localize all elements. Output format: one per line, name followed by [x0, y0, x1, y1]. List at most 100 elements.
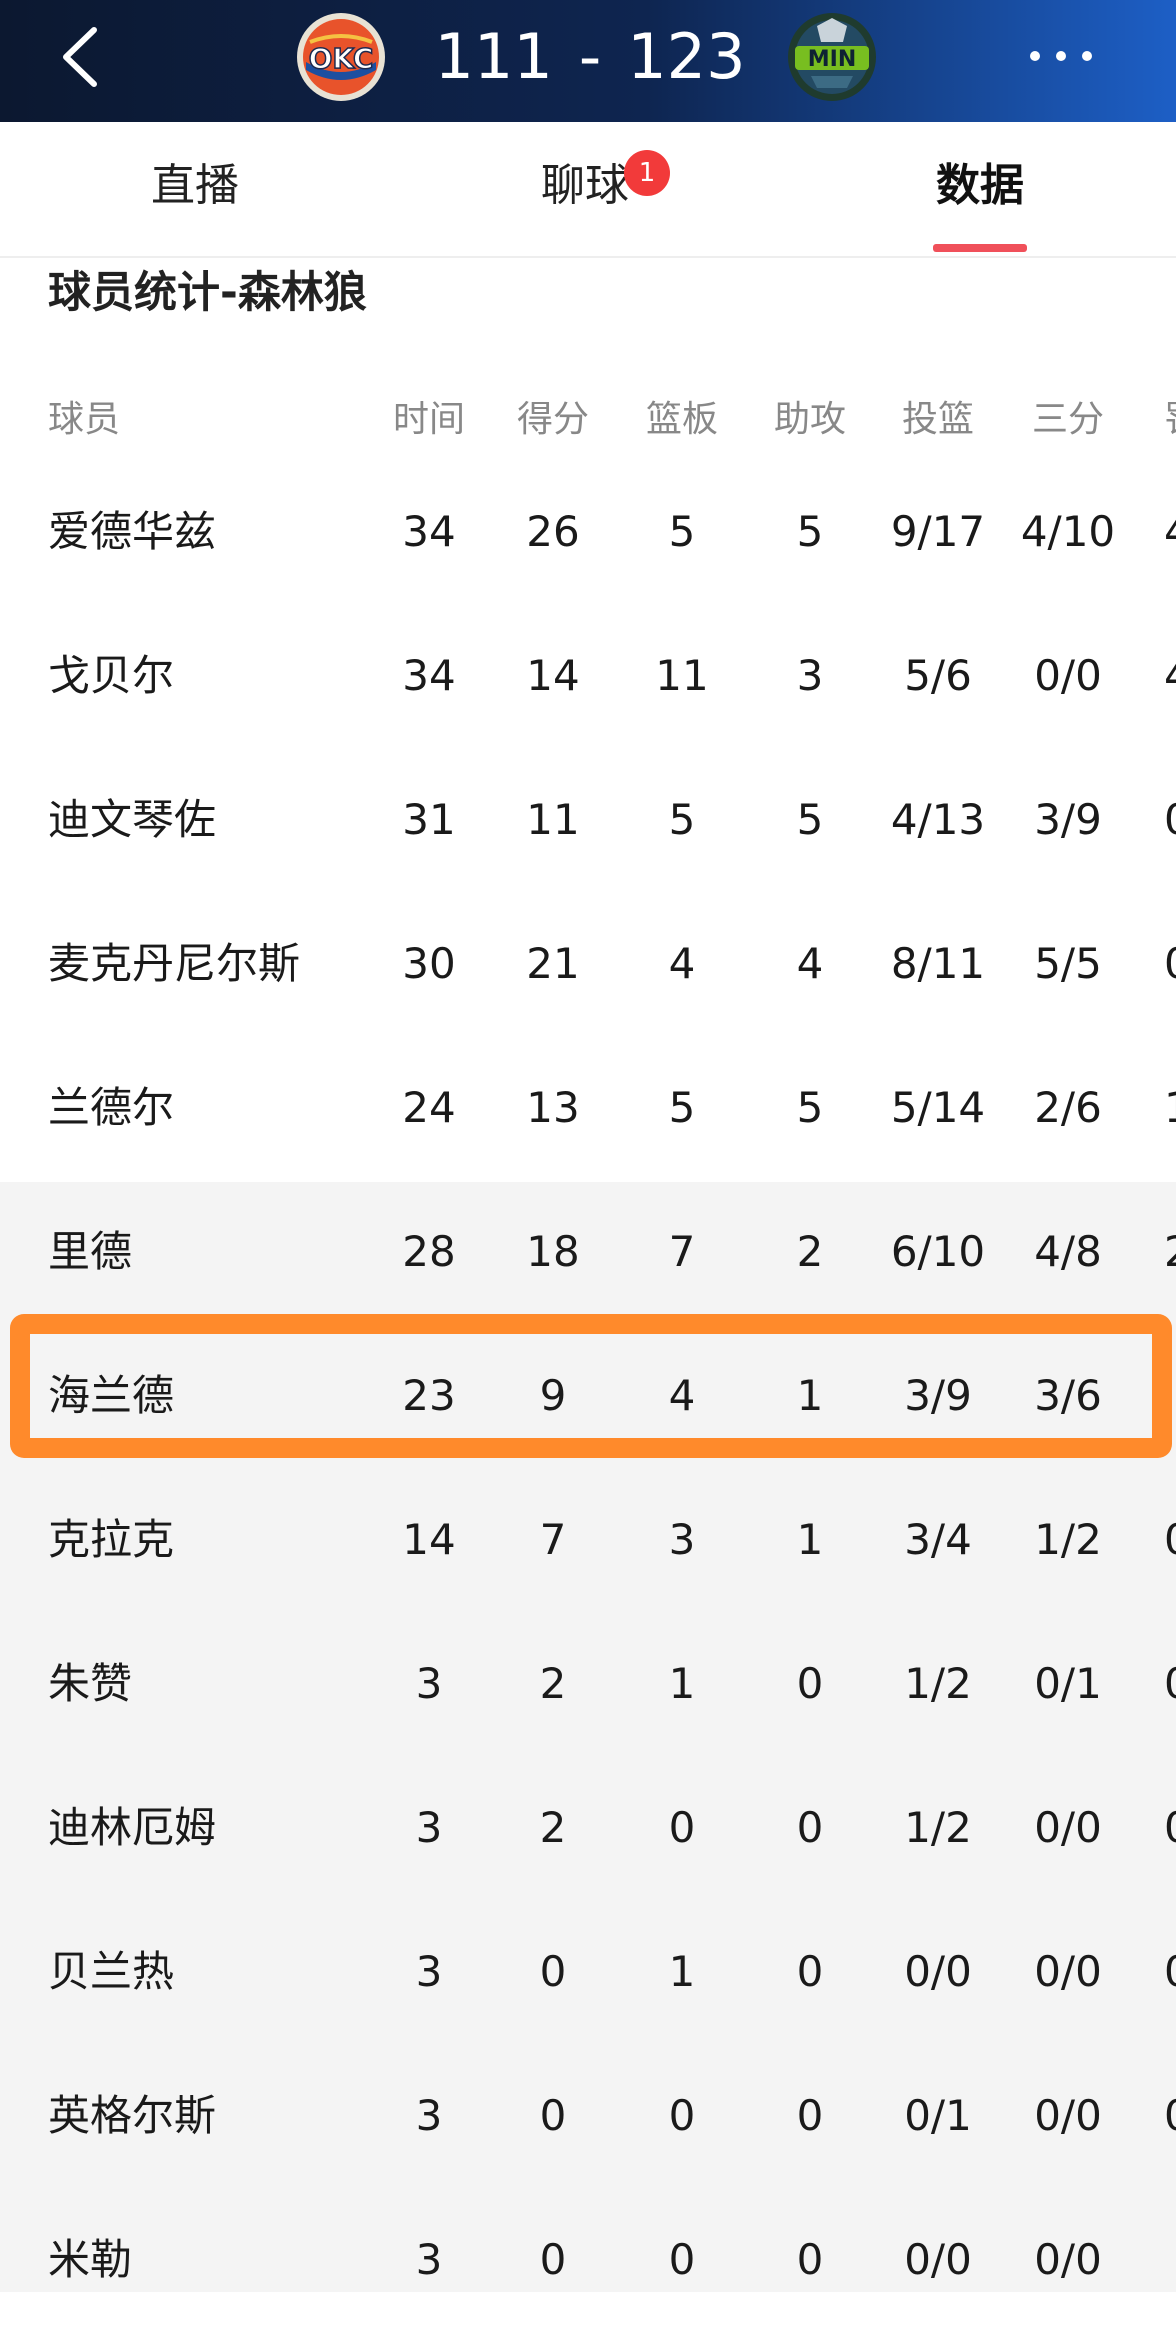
- score-separator: -: [578, 20, 602, 93]
- table-row[interactable]: 朱赞 3 2 1 0 1/2 0/1 0: [0, 1612, 1176, 1756]
- column-header-points[interactable]: 得分: [503, 390, 603, 450]
- minutes-cell: 34: [402, 507, 456, 556]
- more-options-icon[interactable]: [1030, 46, 1094, 66]
- player-name[interactable]: 克拉克: [48, 1468, 174, 1612]
- field-goals-cell: 4/13: [890, 795, 986, 844]
- column-header-rebounds[interactable]: 篮板: [632, 390, 732, 450]
- free-throws-cell: 1: [1164, 1036, 1176, 1180]
- three-pointers-cell: 5/5: [1034, 939, 1102, 988]
- tab-data[interactable]: 数据: [870, 122, 1090, 256]
- table-row[interactable]: 里德 28 18 7 2 6/10 4/8 2: [0, 1180, 1176, 1324]
- assists-cell: 2: [796, 1227, 824, 1276]
- minutes-cell: 24: [402, 1083, 456, 1132]
- away-score: 123: [627, 20, 746, 93]
- table-row[interactable]: 爱德华兹 34 26 5 5 9/17 4/10 4: [0, 460, 1176, 604]
- points-cell: 7: [539, 1515, 567, 1564]
- column-header-free-throws[interactable]: 罚: [1164, 390, 1176, 450]
- points-cell: 2: [539, 1659, 567, 1708]
- game-header: OKC 111 - 123 MIN: [0, 0, 1176, 122]
- field-goals-cell: 1/2: [904, 1659, 972, 1708]
- back-arrow-icon[interactable]: [52, 22, 112, 92]
- rebounds-cell: 5: [668, 507, 696, 556]
- free-throws-cell: 0: [1164, 2044, 1176, 2188]
- rebounds-cell: 11: [655, 651, 709, 700]
- points-cell: 0: [539, 1947, 567, 1996]
- okc-team-logo[interactable]: OKC: [296, 12, 386, 102]
- player-name[interactable]: 迪林厄姆: [48, 1756, 216, 1900]
- active-tab-indicator: [933, 244, 1027, 252]
- minutes-cell: 34: [402, 651, 456, 700]
- table-row[interactable]: 贝兰热 3 0 1 0 0/0 0/0 0: [0, 1900, 1176, 2044]
- three-pointers-cell: 0/0: [1034, 651, 1102, 700]
- rebounds-cell: 1: [668, 1659, 696, 1708]
- okc-logo-text: OKC: [309, 42, 374, 75]
- min-team-logo[interactable]: MIN: [787, 12, 877, 102]
- free-throws-cell: 0: [1164, 892, 1176, 1036]
- assists-cell: 0: [796, 1659, 824, 1708]
- free-throws-cell: 0: [1164, 1900, 1176, 2044]
- free-throws-cell: 0: [1164, 1612, 1176, 1756]
- field-goals-cell: 1/2: [904, 1803, 972, 1852]
- assists-cell: 0: [796, 1803, 824, 1852]
- column-header-three-pointers[interactable]: 三分: [1008, 390, 1128, 450]
- field-goals-cell: 9/17: [890, 507, 986, 556]
- points-cell: 21: [526, 939, 580, 988]
- assists-cell: 5: [796, 507, 824, 556]
- player-name[interactable]: 英格尔斯: [48, 2044, 216, 2188]
- points-cell: 0: [539, 2091, 567, 2140]
- tab-bar: 直播 聊球 1 数据: [0, 122, 1176, 258]
- three-pointers-cell: 0/1: [1034, 1659, 1102, 1708]
- three-pointers-cell: 0/0: [1034, 2235, 1102, 2284]
- minutes-cell: 3: [415, 1947, 443, 1996]
- points-cell: 14: [526, 651, 580, 700]
- field-goals-cell: 8/11: [890, 939, 986, 988]
- free-throws-cell: 4: [1164, 460, 1176, 604]
- assists-cell: 5: [796, 795, 824, 844]
- table-row[interactable]: 米勒 3 0 0 0 0/0 0/0: [0, 2188, 1176, 2332]
- rebounds-cell: 5: [668, 1083, 696, 1132]
- points-cell: 18: [526, 1227, 580, 1276]
- minutes-cell: 28: [402, 1227, 456, 1276]
- player-name[interactable]: 爱德华兹: [48, 460, 216, 604]
- player-name[interactable]: 戈贝尔: [48, 604, 174, 748]
- player-name[interactable]: 麦克丹尼尔斯: [48, 892, 300, 1036]
- points-cell: 13: [526, 1083, 580, 1132]
- player-name[interactable]: 里德: [48, 1180, 132, 1324]
- table-row[interactable]: 迪林厄姆 3 2 0 0 1/2 0/0 0: [0, 1756, 1176, 1900]
- table-row[interactable]: 戈贝尔 34 14 11 3 5/6 0/0 4: [0, 604, 1176, 748]
- player-name[interactable]: 兰德尔: [48, 1036, 174, 1180]
- player-name[interactable]: 贝兰热: [48, 1900, 174, 2044]
- field-goals-cell: 5/14: [890, 1083, 986, 1132]
- player-name[interactable]: 米勒: [48, 2188, 132, 2332]
- free-throws-cell: [1164, 2188, 1176, 2332]
- tab-live[interactable]: 直播: [90, 122, 300, 256]
- points-cell: 26: [526, 507, 580, 556]
- table-row[interactable]: 英格尔斯 3 0 0 0 0/1 0/0 0: [0, 2044, 1176, 2188]
- rebounds-cell: 0: [668, 2235, 696, 2284]
- points-cell: 2: [539, 1803, 567, 1852]
- rebounds-cell: 0: [668, 2091, 696, 2140]
- table-row[interactable]: 麦克丹尼尔斯 30 21 4 4 8/11 5/5 0: [0, 892, 1176, 1036]
- home-score: 111: [434, 20, 553, 93]
- minutes-cell: 3: [415, 1659, 443, 1708]
- player-name[interactable]: 朱赞: [48, 1612, 132, 1756]
- chat-notification-badge: 1: [624, 150, 670, 196]
- column-header-minutes[interactable]: 时间: [379, 390, 479, 450]
- minutes-cell: 3: [415, 2091, 443, 2140]
- scoreboard: 111 - 123: [434, 14, 745, 100]
- minutes-cell: 14: [402, 1515, 456, 1564]
- three-pointers-cell: 4/10: [1020, 507, 1116, 556]
- table-row[interactable]: 克拉克 14 7 3 1 3/4 1/2 0: [0, 1468, 1176, 1612]
- field-goals-cell: 3/4: [904, 1515, 972, 1564]
- free-throws-cell: 2: [1164, 1180, 1176, 1324]
- rebounds-cell: 5: [668, 795, 696, 844]
- rebounds-cell: 7: [668, 1227, 696, 1276]
- table-row[interactable]: 迪文琴佐 31 11 5 5 4/13 3/9 0: [0, 748, 1176, 892]
- points-cell: 0: [539, 2235, 567, 2284]
- three-pointers-cell: 0/0: [1034, 1947, 1102, 1996]
- player-name[interactable]: 迪文琴佐: [48, 748, 216, 892]
- field-goals-cell: 0/0: [904, 2235, 972, 2284]
- column-header-field-goals[interactable]: 投篮: [878, 390, 998, 450]
- column-header-assists[interactable]: 助攻: [760, 390, 860, 450]
- table-row[interactable]: 兰德尔 24 13 5 5 5/14 2/6 1: [0, 1036, 1176, 1180]
